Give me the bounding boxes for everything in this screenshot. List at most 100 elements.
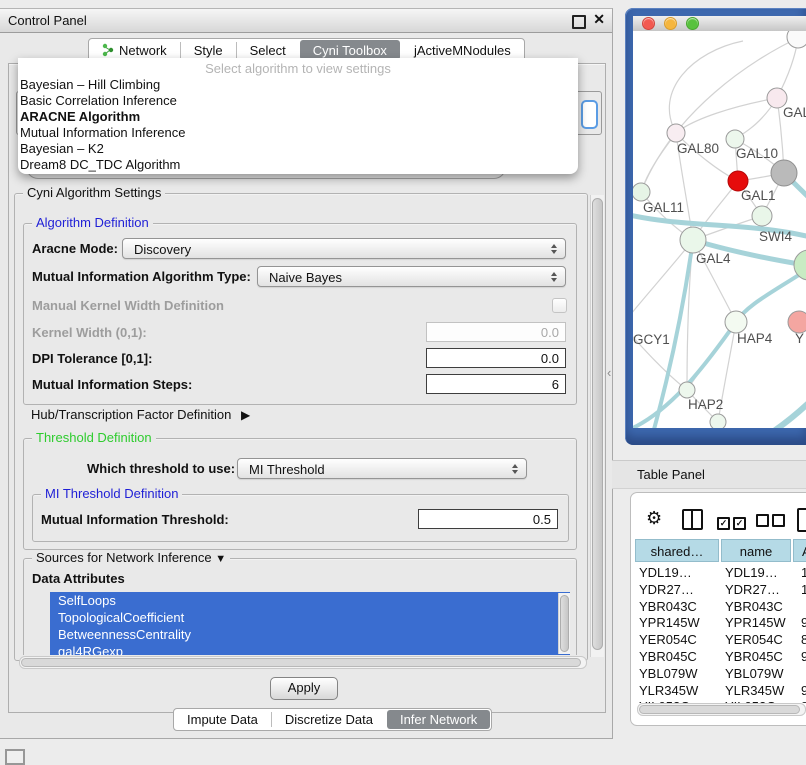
mi-type-label: Mutual Information Algorithm Type: bbox=[32, 269, 251, 284]
column-header-shared-name[interactable]: shared… bbox=[635, 539, 719, 562]
network-node[interactable] bbox=[633, 183, 650, 201]
dropdown-item[interactable]: Bayesian – K2 bbox=[18, 141, 578, 157]
dpi-tolerance-field[interactable]: 0.0 bbox=[426, 348, 566, 368]
network-node[interactable] bbox=[725, 311, 747, 333]
table-panel-titlebar: Table Panel bbox=[612, 460, 806, 489]
mi-threshold-label: Mutual Information Threshold: bbox=[41, 512, 229, 527]
tab-cyni-toolbox[interactable]: Cyni Toolbox bbox=[300, 40, 400, 60]
float-window-icon[interactable] bbox=[572, 15, 586, 29]
mi-threshold-group: MI Threshold Definition Mutual Informati… bbox=[32, 494, 569, 542]
attributes-list-scrollbar[interactable] bbox=[558, 593, 570, 654]
dpi-tolerance-label: DPI Tolerance [0,1]: bbox=[32, 351, 152, 366]
attribute-list-item[interactable]: gal4RGexp bbox=[50, 643, 570, 655]
sources-title[interactable]: Sources for Network Inference ▼ bbox=[32, 550, 230, 565]
tab-network-label: Network bbox=[119, 43, 167, 58]
aracne-mode-combo[interactable]: Discovery bbox=[122, 238, 566, 259]
network-node-label: GAL80 bbox=[677, 141, 719, 156]
tab-infer-network[interactable]: Infer Network bbox=[387, 710, 490, 729]
control-panel-window: Control Panel ✕ Network Style Select Cyn… bbox=[0, 8, 613, 739]
control-panel-titlebar: Control Panel ✕ bbox=[0, 9, 612, 33]
column-layout-icon[interactable] bbox=[682, 509, 703, 530]
table-horizontal-scrollbar-thumb[interactable] bbox=[639, 705, 800, 714]
dropdown-item[interactable]: Dream8 DC_TDC Algorithm bbox=[18, 157, 578, 173]
table-row[interactable]: YBR043CYBR043C bbox=[633, 598, 806, 615]
manual-kernel-label: Manual Kernel Width Definition bbox=[32, 298, 224, 313]
mi-threshold-field[interactable]: 0.5 bbox=[418, 509, 558, 529]
table-row[interactable]: YLR345WYLR345W9. bbox=[633, 682, 806, 699]
bottom-tabbar: Impute Data Discretize Data Infer Networ… bbox=[173, 708, 492, 731]
deselect-all-columns-icon[interactable] bbox=[756, 514, 788, 530]
network-edge-highlighted[interactable] bbox=[771, 391, 806, 428]
gear-icon[interactable]: ⚙ bbox=[646, 510, 662, 528]
network-node[interactable] bbox=[679, 382, 695, 398]
mi-steps-field[interactable]: 6 bbox=[426, 374, 566, 394]
dropdown-item[interactable]: ARACNE Algorithm bbox=[18, 109, 578, 125]
tab-discretize-data[interactable]: Discretize Data bbox=[272, 709, 386, 730]
network-edge[interactable] bbox=[633, 240, 693, 325]
kernel-width-field[interactable]: 0.0 bbox=[426, 322, 566, 342]
close-icon[interactable]: ✕ bbox=[593, 11, 605, 28]
mac-close-icon[interactable] bbox=[642, 17, 655, 30]
expander-down-arrow-icon: ▼ bbox=[215, 553, 226, 565]
table-row[interactable]: YDL19…YDL19…13 bbox=[633, 564, 806, 581]
table-row[interactable]: YDR27…YDR27…12 bbox=[633, 581, 806, 598]
network-node[interactable] bbox=[788, 311, 806, 333]
cyni-algorithm-settings-group: Cyni Algorithm Settings Algorithm Defini… bbox=[14, 193, 588, 661]
attribute-list-item[interactable]: SelfLoops bbox=[50, 592, 570, 609]
column-header-name[interactable]: name bbox=[721, 539, 791, 562]
column-header-third[interactable]: A bbox=[793, 539, 806, 562]
table-row[interactable]: YER054CYER054C8. bbox=[633, 631, 806, 648]
hub-definition-expander[interactable]: Hub/Transcription Factor Definition ▶ bbox=[31, 407, 250, 422]
mi-type-combo[interactable]: Naive Bayes bbox=[257, 266, 566, 287]
network-edge[interactable] bbox=[669, 41, 743, 133]
which-threshold-label: Which threshold to use: bbox=[87, 461, 235, 476]
tab-impute-data[interactable]: Impute Data bbox=[174, 709, 271, 730]
network-node[interactable] bbox=[752, 206, 772, 226]
network-node-label: GCY1 bbox=[633, 332, 670, 347]
dropdown-item[interactable]: Bayesian – Hill Climbing bbox=[18, 77, 578, 93]
table-horizontal-scrollbar[interactable] bbox=[637, 703, 806, 716]
table-rows[interactable]: YDL19…YDL19…13YDR27…YDR27…12YBR043CYBR04… bbox=[633, 564, 806, 703]
new-table-icon[interactable] bbox=[797, 508, 806, 532]
network-node[interactable] bbox=[787, 31, 806, 48]
settings-vertical-scrollbar-thumb[interactable] bbox=[592, 198, 603, 650]
table-row[interactable]: YPR145WYPR145W9. bbox=[633, 614, 806, 631]
network-graph[interactable]: GALGAL80GAL10GAL1GAL11SWI4GAL4GCY1HAP4YH… bbox=[633, 31, 806, 428]
settings-horizontal-scrollbar[interactable] bbox=[19, 656, 587, 669]
apply-button[interactable]: Apply bbox=[270, 677, 338, 700]
table-row[interactable]: YBL079WYBL079W bbox=[633, 665, 806, 682]
data-attributes-list[interactable]: SelfLoopsTopologicalCoefficientBetweenne… bbox=[50, 592, 570, 655]
table-header-row: shared… name A bbox=[633, 539, 806, 562]
mac-minimize-icon[interactable] bbox=[664, 17, 677, 30]
network-node-label: GAL11 bbox=[643, 200, 684, 215]
network-node-label: GAL10 bbox=[736, 146, 778, 161]
manual-kernel-checkbox[interactable] bbox=[552, 298, 567, 313]
mi-steps-label: Mutual Information Steps: bbox=[32, 377, 192, 392]
which-threshold-combo[interactable]: MI Threshold bbox=[237, 458, 527, 479]
network-node[interactable] bbox=[680, 227, 706, 253]
network-window-titlebar[interactable] bbox=[633, 16, 806, 32]
table-panel-title: Table Panel bbox=[637, 467, 705, 482]
network-icon bbox=[102, 43, 114, 57]
control-panel-title: Control Panel bbox=[8, 13, 87, 28]
combo-stepper-focused[interactable] bbox=[581, 100, 598, 129]
network-node[interactable] bbox=[710, 414, 726, 428]
network-node-label: SWI4 bbox=[759, 229, 792, 244]
network-edge[interactable] bbox=[641, 133, 676, 192]
dropdown-item[interactable]: Basic Correlation Inference bbox=[18, 93, 578, 109]
network-canvas[interactable]: GALGAL80GAL10GAL1GAL11SWI4GAL4GCY1HAP4YH… bbox=[633, 31, 806, 428]
stepper-icon bbox=[512, 464, 518, 474]
panel-splitter-handle-icon[interactable]: ‹ bbox=[607, 365, 611, 380]
mac-zoom-icon[interactable] bbox=[686, 17, 699, 30]
attributes-list-scrollbar-thumb[interactable] bbox=[560, 595, 569, 652]
dock-panel-icon[interactable] bbox=[5, 749, 25, 765]
settings-horizontal-scrollbar-thumb[interactable] bbox=[21, 658, 581, 667]
attribute-list-item[interactable]: TopologicalCoefficient bbox=[50, 609, 570, 626]
dropdown-item[interactable]: Mutual Information Inference bbox=[18, 125, 578, 141]
attribute-list-item[interactable]: BetweennessCentrality bbox=[50, 626, 570, 643]
table-row[interactable]: YBR045CYBR045C9. bbox=[633, 648, 806, 665]
network-node[interactable] bbox=[771, 160, 797, 186]
select-all-columns-icon[interactable]: ✓✓ bbox=[717, 514, 749, 530]
network-node[interactable] bbox=[667, 124, 685, 142]
settings-vertical-scrollbar[interactable] bbox=[590, 195, 604, 657]
